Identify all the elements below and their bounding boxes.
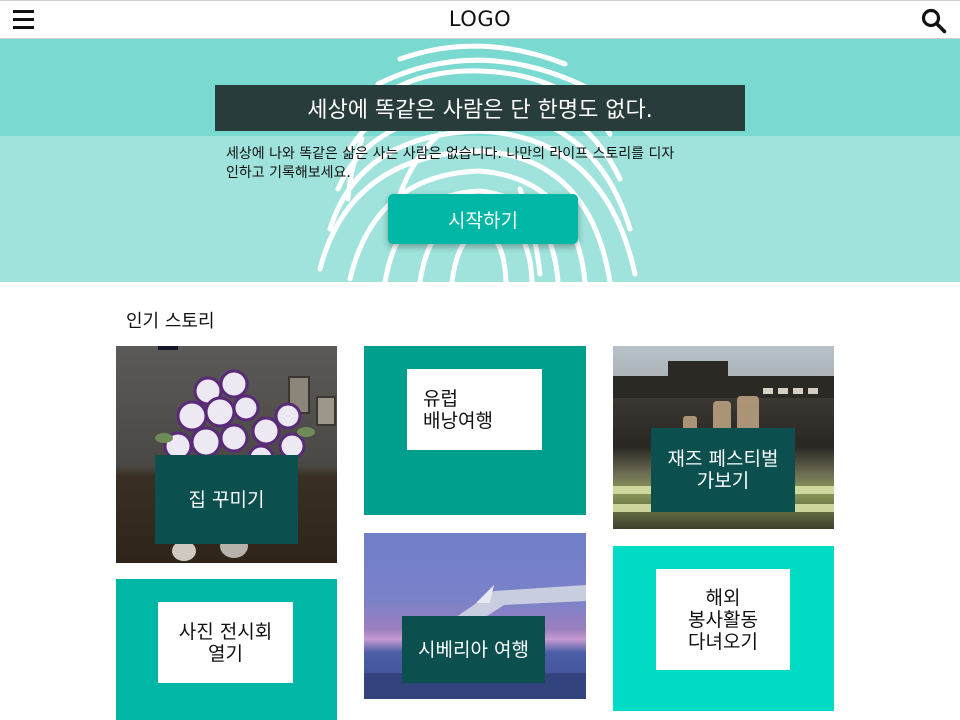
story-card-label: 집 꾸미기 bbox=[155, 455, 298, 544]
story-card-label: 사진 전시회 열기 bbox=[158, 602, 293, 683]
story-card-label: 해외 봉사활동 다녀오기 bbox=[656, 569, 790, 670]
story-card-home-decor[interactable]: 집 꾸미기 bbox=[116, 346, 337, 563]
start-button[interactable]: 시작하기 bbox=[388, 194, 578, 244]
story-card-europe-backpacking[interactable]: 유럽 배낭여행 bbox=[364, 346, 586, 515]
story-card-siberia-trip[interactable]: 시베리아 여행 bbox=[364, 533, 586, 699]
logo[interactable]: LOGO bbox=[0, 7, 960, 31]
story-card-photo-exhibition[interactable]: 사진 전시회 열기 bbox=[116, 579, 337, 720]
hero-title: 세상에 똑같은 사람은 단 한명도 없다. bbox=[215, 85, 745, 131]
story-card-volunteer-abroad[interactable]: 해외 봉사활동 다녀오기 bbox=[613, 546, 834, 711]
top-header: LOGO bbox=[0, 0, 960, 39]
story-card-label: 유럽 배낭여행 bbox=[407, 369, 542, 450]
hero-description: 세상에 나와 똑같은 삶은 사는 사람은 없습니다. 나만의 라이프 스토리를 … bbox=[226, 146, 675, 181]
hero-banner: 세상에 똑같은 사람은 단 한명도 없다. 세상에 나와 똑같은 삶은 사는 사… bbox=[0, 39, 960, 282]
story-card-label: 재즈 페스티벌 가보기 bbox=[651, 428, 795, 512]
story-card-label: 시베리아 여행 bbox=[402, 616, 545, 683]
section-title: 인기 스토리 bbox=[126, 311, 215, 332]
search-icon[interactable] bbox=[921, 8, 947, 34]
story-card-jazz-festival[interactable]: 재즈 페스티벌 가보기 bbox=[613, 346, 834, 529]
